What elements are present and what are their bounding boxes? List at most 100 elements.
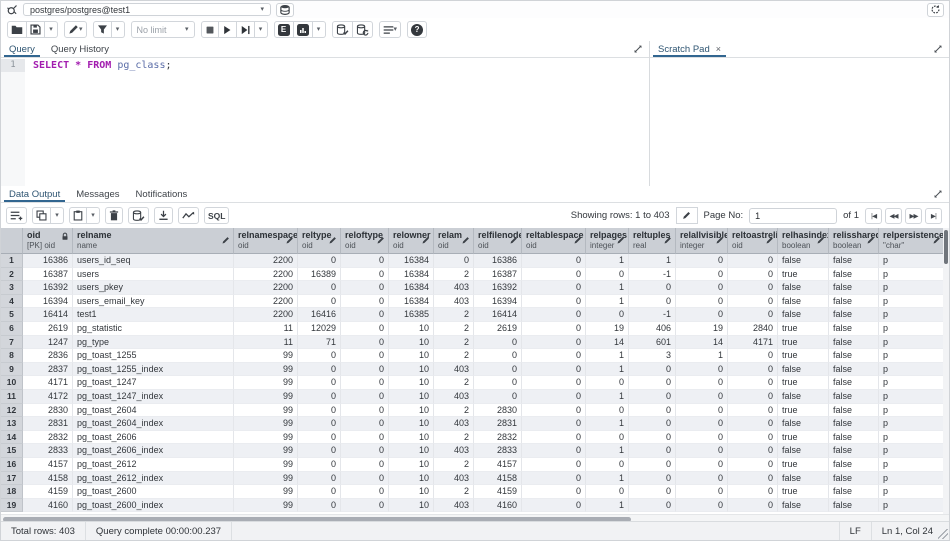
cell-relam[interactable]: 403 [434, 363, 474, 377]
cell-relhasindex[interactable]: true [778, 458, 829, 472]
column-header-reltuples[interactable]: reltuplesreal [629, 228, 676, 254]
cell-reltoastrelid[interactable]: 2840 [728, 322, 778, 336]
cell-relisshared[interactable]: false [829, 458, 879, 472]
delete-row-button[interactable] [105, 207, 123, 224]
cell-relallvisible[interactable]: 0 [676, 268, 728, 282]
expand-scratchpad-button[interactable] [933, 44, 943, 54]
cell-relhasindex[interactable]: false [778, 363, 829, 377]
macros-button[interactable]: ▾ [379, 21, 402, 38]
edit-menu-button[interactable]: ▾ [64, 21, 87, 38]
cell-relnamespace[interactable]: 99 [234, 499, 298, 513]
explain-menu-button[interactable]: ▾ [313, 21, 326, 38]
cell-oid[interactable]: 16414 [23, 308, 73, 322]
cell-relnamespace[interactable]: 11 [234, 322, 298, 336]
next-page-button[interactable]: ▶▶ [905, 208, 922, 224]
cell-relisshared[interactable]: false [829, 376, 879, 390]
cell-relpersistence[interactable]: p [879, 268, 945, 282]
cell-oid[interactable]: 2830 [23, 404, 73, 418]
cell-relpersistence[interactable]: p [879, 390, 945, 404]
cell-reltype[interactable]: 0 [298, 499, 341, 513]
cell-relfilenode[interactable]: 4160 [474, 499, 522, 513]
cell-relnamespace[interactable]: 99 [234, 485, 298, 499]
cell-reloftype[interactable]: 0 [341, 444, 389, 458]
cell-relallvisible[interactable]: 0 [676, 431, 728, 445]
cell-reltype[interactable]: 0 [298, 349, 341, 363]
cell-relisshared[interactable]: false [829, 444, 879, 458]
cell-relpersistence[interactable]: p [879, 417, 945, 431]
cell-relpages[interactable]: 1 [586, 295, 629, 309]
cell-relpersistence[interactable]: p [879, 281, 945, 295]
cell-relfilenode[interactable]: 2830 [474, 404, 522, 418]
cell-relpersistence[interactable]: p [879, 295, 945, 309]
cell-relam[interactable]: 2 [434, 376, 474, 390]
cell-relpages[interactable]: 0 [586, 458, 629, 472]
cell-relhasindex[interactable]: false [778, 254, 829, 268]
cell-reltype[interactable]: 0 [298, 254, 341, 268]
cell-relpages[interactable]: 0 [586, 268, 629, 282]
cell-relam[interactable]: 403 [434, 499, 474, 513]
row-number-cell[interactable]: 18 [1, 485, 23, 499]
cell-relfilenode[interactable]: 0 [474, 349, 522, 363]
cell-relallvisible[interactable]: 0 [676, 281, 728, 295]
cell-reltoastrelid[interactable]: 0 [728, 417, 778, 431]
last-page-button[interactable]: ▶| [925, 208, 942, 224]
reset-layout-button[interactable] [927, 3, 944, 17]
cell-relowner[interactable]: 10 [389, 444, 434, 458]
graph-visualiser-button[interactable] [178, 207, 199, 224]
cell-reloftype[interactable]: 0 [341, 458, 389, 472]
cell-relnamespace[interactable]: 99 [234, 390, 298, 404]
cell-relpersistence[interactable]: p [879, 336, 945, 350]
cell-reltoastrelid[interactable]: 0 [728, 281, 778, 295]
cell-relpages[interactable]: 0 [586, 308, 629, 322]
save-menu-button[interactable]: ▾ [45, 21, 58, 38]
cell-relisshared[interactable]: false [829, 268, 879, 282]
vertical-scroll-thumb[interactable] [944, 230, 948, 264]
cell-relpages[interactable]: 1 [586, 472, 629, 486]
cell-reltuples[interactable]: -1 [629, 268, 676, 282]
grid-vertical-scrollbar[interactable] [943, 228, 949, 514]
cell-relhasindex[interactable]: false [778, 417, 829, 431]
cell-relfilenode[interactable]: 2831 [474, 417, 522, 431]
cell-reloftype[interactable]: 0 [341, 376, 389, 390]
cell-relname[interactable]: test1 [73, 308, 234, 322]
cell-relname[interactable]: pg_toast_2600_index [73, 499, 234, 513]
cell-relname[interactable]: pg_toast_2600 [73, 485, 234, 499]
cell-reltype[interactable]: 0 [298, 295, 341, 309]
cell-relallvisible[interactable]: 0 [676, 308, 728, 322]
cell-relnamespace[interactable]: 99 [234, 363, 298, 377]
cell-relpages[interactable]: 1 [586, 499, 629, 513]
cell-relname[interactable]: pg_toast_2604_index [73, 417, 234, 431]
cell-relallvisible[interactable]: 0 [676, 295, 728, 309]
cell-reltype[interactable]: 71 [298, 336, 341, 350]
cell-relpersistence[interactable]: p [879, 363, 945, 377]
row-number-cell[interactable]: 13 [1, 417, 23, 431]
cell-relowner[interactable]: 10 [389, 363, 434, 377]
copy-button[interactable] [32, 207, 51, 224]
cell-relowner[interactable]: 16384 [389, 254, 434, 268]
row-number-cell[interactable]: 9 [1, 363, 23, 377]
cell-relname[interactable]: pg_toast_1255 [73, 349, 234, 363]
sql-editor[interactable]: 1 SELECT * FROM pg_class; [1, 59, 649, 186]
row-number-cell[interactable]: 15 [1, 444, 23, 458]
cell-reltuples[interactable]: 0 [629, 444, 676, 458]
cell-reloftype[interactable]: 0 [341, 390, 389, 404]
rollback-button[interactable] [353, 21, 373, 38]
cell-relname[interactable]: users [73, 268, 234, 282]
cell-reltablespace[interactable]: 0 [522, 472, 586, 486]
scratch-pad-area[interactable] [650, 59, 949, 186]
cell-relhasindex[interactable]: true [778, 431, 829, 445]
cell-relhasindex[interactable]: false [778, 499, 829, 513]
tab-scratch-pad[interactable]: Scratch Pad × [650, 41, 729, 57]
cell-relname[interactable]: pg_toast_1255_index [73, 363, 234, 377]
cell-relnamespace[interactable]: 99 [234, 376, 298, 390]
cell-relallvisible[interactable]: 0 [676, 499, 728, 513]
cell-relallvisible[interactable]: 0 [676, 376, 728, 390]
tab-query[interactable]: Query [1, 41, 43, 57]
cell-relpages[interactable]: 1 [586, 444, 629, 458]
cell-relisshared[interactable]: false [829, 472, 879, 486]
cell-relnamespace[interactable]: 99 [234, 472, 298, 486]
column-header-relfilenode[interactable]: relfilenodeoid [474, 228, 522, 254]
cell-relisshared[interactable]: false [829, 404, 879, 418]
cell-reltablespace[interactable]: 0 [522, 254, 586, 268]
cell-relpersistence[interactable]: p [879, 444, 945, 458]
